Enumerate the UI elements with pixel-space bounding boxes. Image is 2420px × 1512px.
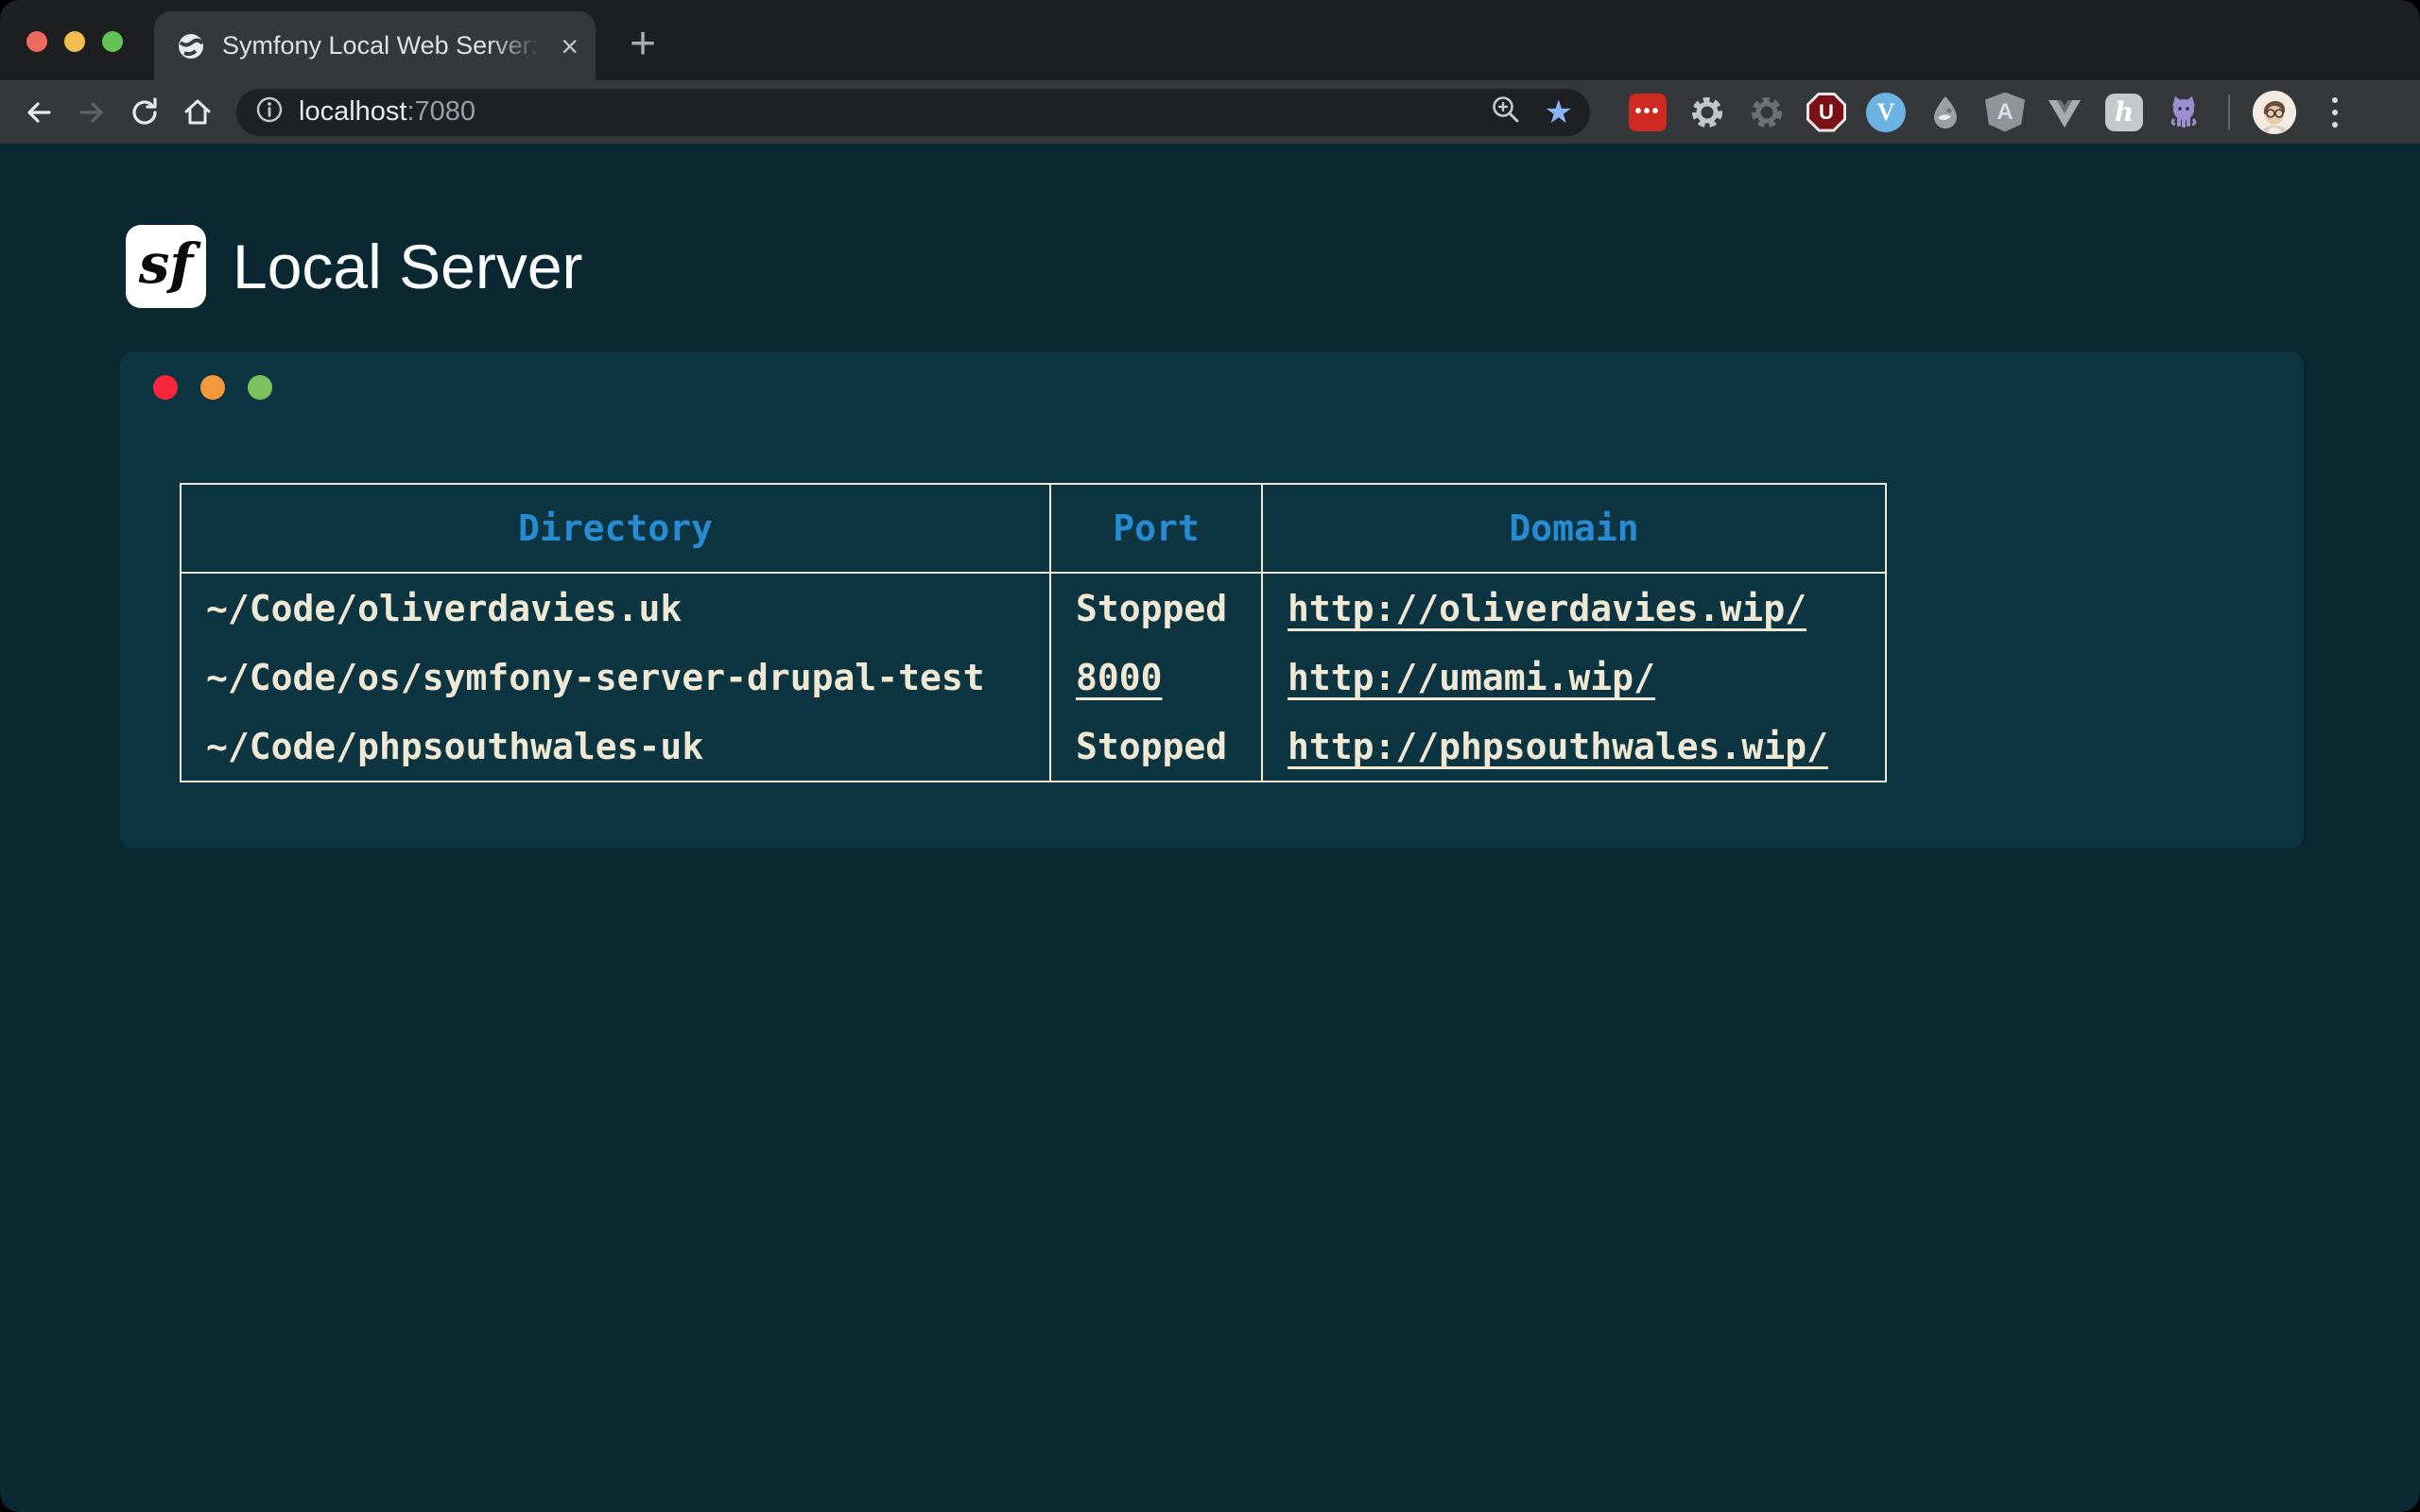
table-row: ~/Code/os/symfony-server-drupal-test 800… [181, 643, 1886, 712]
back-arrow-icon [22, 95, 56, 129]
home-button[interactable] [176, 91, 219, 134]
page-title: Local Server [233, 231, 583, 302]
terminal-dot-green [248, 375, 272, 400]
page-info-icon[interactable] [255, 95, 284, 129]
home-icon [181, 95, 215, 129]
directory-cell: ~/Code/oliverdavies.uk [181, 573, 1050, 643]
window-minimize-button[interactable] [64, 31, 85, 52]
servers-table: Directory Port Domain ~/Code/oliverdavie… [180, 483, 1887, 782]
tab-strip: Symfony Local Web Server: Prox × + [0, 0, 2420, 80]
gear-dark-extension-icon[interactable] [1747, 93, 1787, 132]
terminal-dot-orange [200, 375, 225, 400]
column-header-port: Port [1050, 484, 1262, 573]
address-bar[interactable]: localhost:7080 ★ [236, 89, 1590, 136]
forward-arrow-icon [75, 95, 109, 129]
lastpass-extension-icon[interactable]: ••• [1628, 93, 1668, 132]
domain-cell: http://phpsouthwales.wip/ [1262, 712, 1886, 782]
port-link[interactable]: 8000 [1076, 657, 1163, 698]
toolbar-divider [2228, 94, 2230, 130]
terminal-dot-red [153, 375, 178, 400]
globe-favicon-icon [177, 32, 205, 60]
ublock-extension-icon[interactable]: U [1806, 93, 1846, 132]
url-text: localhost:7080 [299, 96, 475, 128]
page-content: sf Local Server Directory Port Domain [0, 144, 2420, 1512]
browser-tab-active[interactable]: Symfony Local Web Server: Prox × [154, 11, 596, 80]
directory-cell: ~/Code/phpsouthwales-uk [181, 712, 1050, 782]
tab-close-icon[interactable]: × [561, 31, 579, 61]
bookmark-star-icon[interactable]: ★ [1545, 96, 1573, 129]
browser-menu-kebab-icon[interactable] [2321, 97, 2349, 128]
table-row: ~/Code/oliverdavies.uk Stopped http://ol… [181, 573, 1886, 643]
browser-toolbar: localhost:7080 ★ ••• [0, 80, 2420, 144]
new-tab-button[interactable]: + [616, 17, 669, 70]
gear-light-extension-icon[interactable] [1687, 93, 1727, 132]
column-header-domain: Domain [1262, 484, 1886, 573]
column-header-directory: Directory [181, 484, 1050, 573]
port-status-cell: 8000 [1050, 643, 1262, 712]
forward-button[interactable] [70, 91, 113, 134]
directory-cell: ~/Code/os/symfony-server-drupal-test [181, 643, 1050, 712]
server-terminal-card: Directory Port Domain ~/Code/oliverdavie… [120, 352, 2304, 849]
table-header-row: Directory Port Domain [181, 484, 1886, 573]
window-zoom-button[interactable] [102, 31, 123, 52]
port-status-cell: Stopped [1050, 712, 1262, 782]
reload-button[interactable] [123, 91, 166, 134]
table-row: ~/Code/phpsouthwales-uk Stopped http://p… [181, 712, 1886, 782]
browser-window: Symfony Local Web Server: Prox × + [0, 0, 2420, 1512]
domain-link[interactable]: http://phpsouthwales.wip/ [1288, 726, 1828, 767]
window-controls [26, 31, 123, 52]
tab-title: Symfony Local Web Server: Prox [222, 31, 547, 60]
back-button[interactable] [17, 91, 60, 134]
port-status-cell: Stopped [1050, 573, 1262, 643]
vue-extension-icon[interactable] [2045, 93, 2084, 132]
url-port: :7080 [406, 96, 475, 127]
domain-link[interactable]: http://umami.wip/ [1288, 657, 1655, 698]
domain-link[interactable]: http://oliverdavies.wip/ [1288, 588, 1806, 629]
domain-cell: http://oliverdavies.wip/ [1262, 573, 1886, 643]
honey-extension-icon[interactable]: h [2104, 93, 2144, 132]
angular-extension-icon[interactable]: A [1985, 93, 2025, 132]
terminal-window-dots [153, 375, 2304, 400]
profile-avatar[interactable] [2253, 91, 2296, 134]
drupal-extension-icon[interactable] [1926, 93, 1965, 132]
octotree-extension-icon[interactable] [2164, 93, 2204, 132]
url-host: localhost [299, 96, 406, 127]
reload-icon [128, 95, 162, 129]
domain-cell: http://umami.wip/ [1262, 643, 1886, 712]
symfony-logo-text: sf [139, 232, 194, 296]
window-close-button[interactable] [26, 31, 47, 52]
symfony-logo: sf [126, 225, 206, 308]
vimium-extension-icon[interactable]: V [1866, 93, 1906, 132]
page-header: sf Local Server [126, 225, 2420, 308]
zoom-indicator-icon[interactable] [1490, 94, 1522, 130]
